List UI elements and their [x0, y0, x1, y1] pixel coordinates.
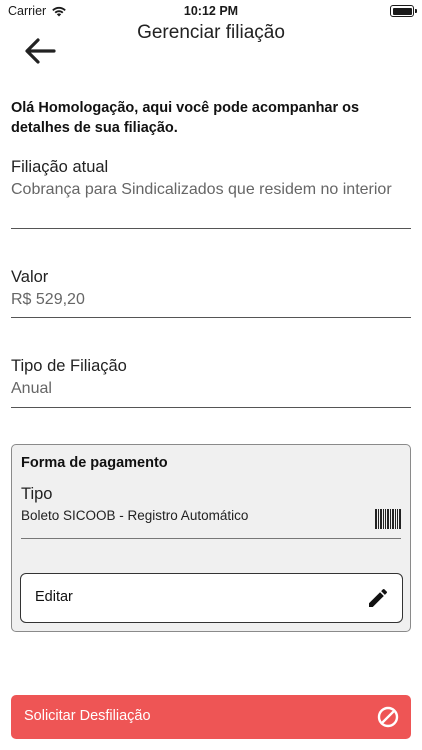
field-membership-type: Tipo de Filiação Anual: [11, 355, 411, 408]
header: Gerenciar filiação: [0, 22, 422, 78]
divider: [21, 538, 401, 539]
request-unsubscribe-button[interactable]: Solicitar Desfiliação: [11, 695, 411, 739]
page-title: Gerenciar filiação: [137, 22, 285, 43]
payment-card: Forma de pagamento Tipo Boleto SICOOB - …: [11, 444, 411, 632]
field-label: Tipo de Filiação: [11, 357, 127, 375]
payment-type-label: Tipo: [21, 485, 53, 503]
block-icon: [377, 706, 399, 728]
payment-title: Forma de pagamento: [21, 455, 168, 471]
intro-text: Olá Homologação, aqui você pode acompanh…: [11, 100, 360, 136]
field-value: Anual: [11, 380, 52, 397]
status-time: 10:12 PM: [183, 4, 239, 18]
edit-label: Editar: [35, 589, 73, 605]
barcode-icon: [375, 509, 401, 529]
payment-type-value: Boleto SICOOB - Registro Automático: [21, 508, 249, 523]
edit-payment-button[interactable]: Editar: [20, 573, 403, 623]
pencil-icon: [369, 588, 388, 607]
unsubscribe-label: Solicitar Desfiliação: [24, 708, 151, 724]
field-value-amount: Valor R$ 529,20: [11, 266, 411, 318]
battery-icon: [390, 5, 417, 17]
field-value: Cobrança para Sindicalizados que residem…: [11, 181, 392, 198]
field-label: Filiação atual: [11, 158, 109, 176]
field-value: R$ 529,20: [11, 291, 85, 308]
field-current-membership: Filiação atual Cobrança para Sindicaliza…: [11, 156, 411, 229]
field-label: Valor: [11, 268, 49, 286]
status-bar: Carrier 10:12 PM: [0, 0, 422, 22]
